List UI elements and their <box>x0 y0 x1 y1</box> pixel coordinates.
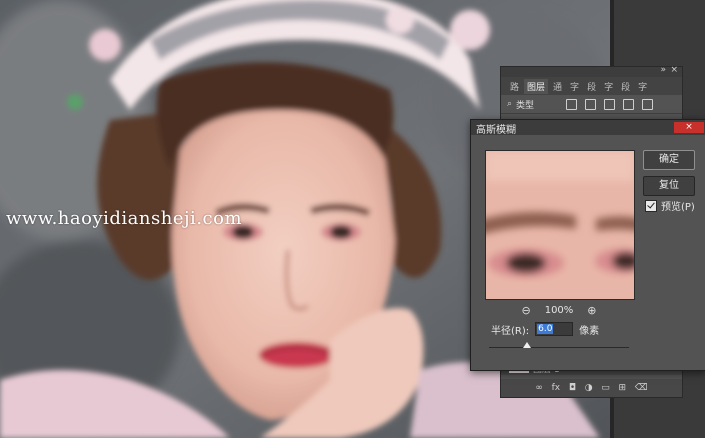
link-icon[interactable]: ∞ <box>535 383 543 393</box>
tab-character-2[interactable]: 字 <box>601 79 616 94</box>
new-layer-icon[interactable]: ⊞ <box>619 383 627 393</box>
dialog-titlebar[interactable]: 高斯模糊 × <box>471 120 705 136</box>
tab-character[interactable]: 字 <box>567 79 582 94</box>
radius-row: 半径(R): 6.0 像素 <box>491 322 600 337</box>
radius-unit: 像素 <box>579 325 600 337</box>
dialog-close-button[interactable]: × <box>674 122 704 133</box>
ok-button[interactable]: 确定 <box>643 150 695 170</box>
blur-preview[interactable] <box>485 150 635 300</box>
radius-slider-track[interactable] <box>489 347 629 348</box>
panel-tabs: 路 图层 通 字 段 字 段 字 <box>501 77 682 95</box>
collapse-icon[interactable]: » <box>660 65 666 75</box>
shape-filter-icon[interactable] <box>623 98 635 110</box>
layer-filter-bar: ⌕ 类型 <box>501 95 682 114</box>
type-filter-icon[interactable] <box>604 98 616 110</box>
tab-layers[interactable]: 图层 <box>524 78 549 94</box>
tab-character-3[interactable]: 字 <box>635 79 650 94</box>
preview-checkbox[interactable] <box>645 200 657 212</box>
slider-thumb-icon[interactable] <box>522 342 531 348</box>
mask-icon[interactable]: ◘ <box>569 383 576 393</box>
panel-titlebar[interactable]: » × <box>501 65 682 77</box>
fx-icon[interactable]: fx <box>552 383 561 393</box>
close-icon[interactable]: × <box>670 65 678 75</box>
tab-paragraph-2[interactable]: 段 <box>618 79 633 94</box>
reset-button[interactable]: 复位 <box>643 176 695 196</box>
radius-input[interactable]: 6.0 <box>535 322 574 336</box>
preview-checkbox-label[interactable]: 预览(P) <box>661 198 695 213</box>
layers-footer: ∞ fx ◘ ◑ ▭ ⊞ ⌫ <box>501 379 682 397</box>
trash-icon[interactable]: ⌫ <box>635 383 648 393</box>
folder-icon[interactable]: ▭ <box>601 383 610 393</box>
smart-object-filter-icon[interactable] <box>642 98 654 110</box>
zoom-controls: ⊖ 100% ⊕ <box>485 303 633 317</box>
search-icon[interactable]: ⌕ <box>507 99 512 109</box>
filter-kind-label[interactable]: 类型 <box>516 98 534 111</box>
tab-paragraph[interactable]: 段 <box>584 79 599 94</box>
watermark-text: www.haoyidiansheji.com <box>6 208 243 229</box>
gaussian-blur-dialog: 高斯模糊 × 确定 复位 预览(P) ⊖ 100% ⊕ 半径(R): 6.0 像… <box>470 119 705 371</box>
pixel-filter-icon[interactable] <box>566 98 578 110</box>
radius-value: 6.0 <box>537 324 554 334</box>
zoom-level: 100% <box>544 304 574 316</box>
tab-paths[interactable]: 路 <box>507 79 522 94</box>
tab-channels[interactable]: 通 <box>550 79 565 94</box>
zoom-in-icon[interactable]: ⊕ <box>587 304 596 317</box>
radius-label: 半径(R): <box>491 325 530 337</box>
zoom-out-icon[interactable]: ⊖ <box>521 304 530 317</box>
adjustment-icon[interactable]: ◑ <box>585 383 593 393</box>
dialog-title: 高斯模糊 <box>476 125 516 136</box>
adjustment-filter-icon[interactable] <box>585 98 597 110</box>
preview-image <box>486 151 634 299</box>
